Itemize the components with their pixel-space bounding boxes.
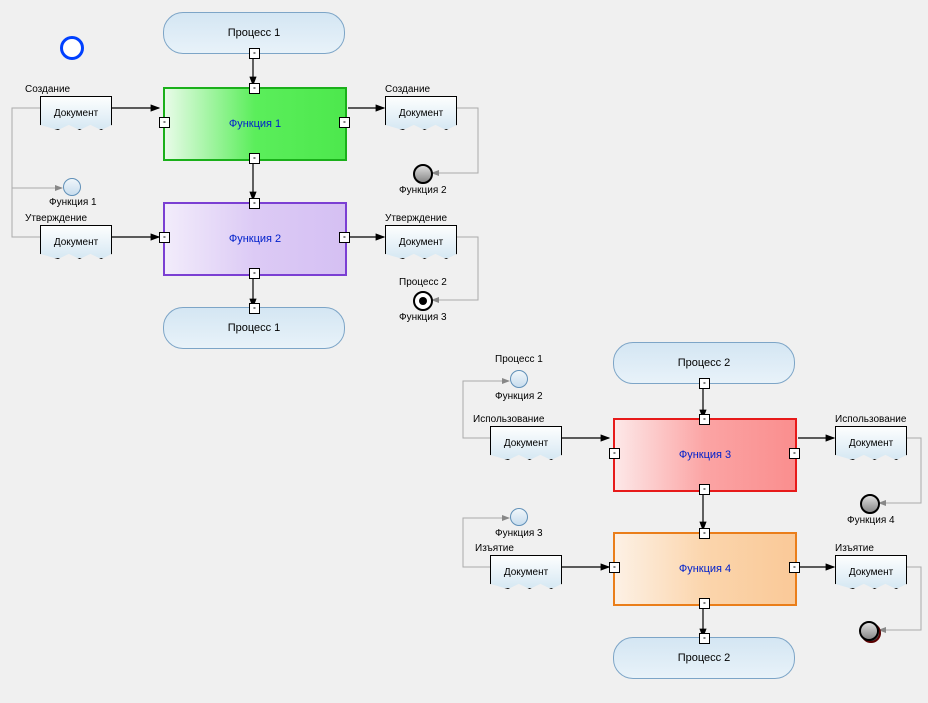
function-label: Функция 3 (679, 449, 731, 461)
label-approval-left: Утверждение (25, 213, 87, 224)
document-creation-left[interactable]: Документ (40, 96, 112, 130)
function-4-box[interactable]: Функция 4 (613, 532, 797, 606)
process-label: Процесс 2 (678, 652, 731, 664)
collapse-handle[interactable]: - (699, 484, 710, 495)
collapse-handle[interactable]: - (789, 448, 800, 459)
process-label: Процесс 2 (678, 357, 731, 369)
label-creation-left: Создание (25, 84, 70, 95)
collapse-handle[interactable]: - (249, 198, 260, 209)
label-func3-g1: Функция 3 (399, 312, 447, 323)
collapse-handle[interactable]: - (609, 448, 620, 459)
collapse-handle[interactable]: - (249, 48, 260, 59)
document-approval-right[interactable]: Документ (385, 225, 457, 259)
label-withdrawal-left: Изъятие (475, 543, 514, 554)
indicator-func2[interactable] (413, 164, 433, 184)
label-func2: Функция 2 (399, 185, 447, 196)
collapse-handle[interactable]: - (699, 598, 710, 609)
document-creation-right[interactable]: Документ (385, 96, 457, 130)
function-1-box[interactable]: Функция 1 (163, 87, 347, 161)
collapse-handle[interactable]: - (699, 414, 710, 425)
label-usage-left: Использование (473, 414, 544, 425)
document-approval-left[interactable]: Документ (40, 225, 112, 259)
collapse-handle[interactable]: - (339, 232, 350, 243)
label-func2-g2: Функция 2 (495, 391, 543, 402)
function-2-box[interactable]: Функция 2 (163, 202, 347, 276)
collapse-handle[interactable]: - (699, 528, 710, 539)
document-usage-right[interactable]: Документ (835, 426, 907, 460)
indicator-func3-g2[interactable] (510, 508, 528, 526)
indicator-func3-end[interactable] (413, 291, 433, 311)
label-func4: Функция 4 (847, 515, 895, 526)
collapse-handle[interactable]: - (249, 303, 260, 314)
document-withdrawal-left[interactable]: Документ (490, 555, 562, 589)
function-label: Функция 2 (229, 233, 281, 245)
indicator-func2-g2[interactable] (510, 370, 528, 388)
function-3-box[interactable]: Функция 3 (613, 418, 797, 492)
label-func3-g2: Функция 3 (495, 528, 543, 539)
collapse-handle[interactable]: - (699, 378, 710, 389)
collapse-handle[interactable]: - (789, 562, 800, 573)
function-label: Функция 1 (229, 118, 281, 130)
label-usage-right: Использование (835, 414, 906, 425)
label-creation-right: Создание (385, 84, 430, 95)
start-indicator[interactable] (60, 36, 84, 60)
indicator-func4[interactable] (860, 494, 880, 514)
process-label: Процесс 1 (228, 322, 281, 334)
collapse-handle[interactable]: - (609, 562, 620, 573)
label-proc2: Процесс 2 (399, 277, 447, 288)
label-func1: Функция 1 (49, 197, 97, 208)
collapse-handle[interactable]: - (339, 117, 350, 128)
label-proc1-g2: Процесс 1 (495, 354, 543, 365)
collapse-handle[interactable]: - (249, 153, 260, 164)
indicator-func1[interactable] (63, 178, 81, 196)
indicator-end[interactable] (859, 621, 879, 641)
process-label: Процесс 1 (228, 27, 281, 39)
label-approval-right: Утверждение (385, 213, 447, 224)
document-withdrawal-right[interactable]: Документ (835, 555, 907, 589)
label-withdrawal-right: Изъятие (835, 543, 874, 554)
collapse-handle[interactable]: - (159, 232, 170, 243)
collapse-handle[interactable]: - (249, 83, 260, 94)
document-usage-left[interactable]: Документ (490, 426, 562, 460)
function-label: Функция 4 (679, 563, 731, 575)
collapse-handle[interactable]: - (249, 268, 260, 279)
collapse-handle[interactable]: - (699, 633, 710, 644)
collapse-handle[interactable]: - (159, 117, 170, 128)
